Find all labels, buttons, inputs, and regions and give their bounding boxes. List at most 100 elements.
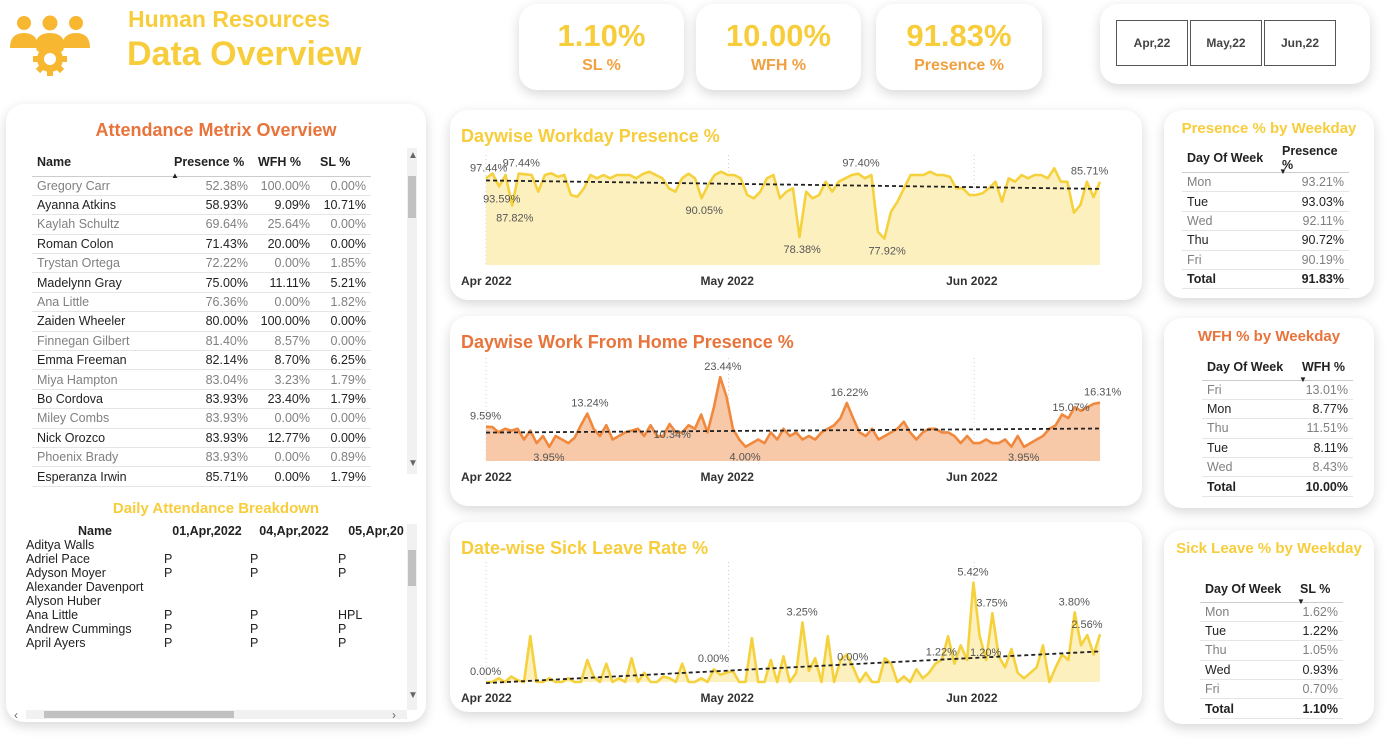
col-header-name[interactable]: Name <box>32 148 169 177</box>
table-row[interactable]: Fri 90.19% <box>1182 250 1349 270</box>
col-header-name[interactable]: Name <box>26 524 164 538</box>
attendance-table: Name Presence % ▲ WFH % SL % Gregory Carr… <box>32 148 371 487</box>
cell-day: Wed <box>1182 211 1277 232</box>
daily-scrollbar[interactable] <box>407 524 417 710</box>
table-row[interactable]: Bo Cordova 83.93% 23.40% 1.79% <box>32 389 371 410</box>
table-row[interactable]: Phoenix Brady 83.93% 0.00% 0.89% <box>32 447 371 468</box>
kpi-label: SL % <box>582 57 621 74</box>
table-row[interactable]: April Ayers P P P <box>26 636 414 650</box>
table-row[interactable]: Ana Little P P HPL <box>26 608 414 622</box>
x-tick-label: Jun 2022 <box>946 691 998 705</box>
cell-value <box>164 580 250 594</box>
cell-value: 76.36% <box>169 292 253 313</box>
col-header-date[interactable]: 05,Apr,20 <box>338 524 414 538</box>
table-row[interactable]: Tue 1.22% <box>1200 621 1343 642</box>
cell-day: Tue <box>1200 621 1295 642</box>
col-header-label: Presence % <box>174 154 245 169</box>
table-row[interactable]: Thu 90.72% <box>1182 230 1349 251</box>
table-row[interactable]: Thu 11.51% <box>1202 418 1353 439</box>
data-label: 16.22% <box>831 387 869 399</box>
table-row[interactable]: Fri 13.01% <box>1202 380 1353 400</box>
table-row[interactable]: Miley Combs 83.93% 0.00% 0.00% <box>32 408 371 429</box>
table-row[interactable]: Gregory Carr 52.38% 100.00% 0.00% <box>32 176 371 196</box>
table-row[interactable]: Esperanza Irwin 85.71% 0.00% 1.79% <box>32 466 371 487</box>
table-row[interactable]: Aditya Walls <box>26 538 414 552</box>
sort-desc-icon: ▼ <box>1297 596 1305 606</box>
table-row[interactable]: Roman Colon 71.43% 20.00% 0.00% <box>32 234 371 255</box>
header-subtitle: Human Resources <box>128 6 330 32</box>
cell-value: P <box>338 566 347 580</box>
cell-name: Kaylah Schultz <box>32 214 169 235</box>
table-row[interactable]: Andrew Cummings P P P <box>26 622 414 636</box>
cell-total-label: Total <box>1182 268 1277 290</box>
cell-day: Tue <box>1202 438 1297 459</box>
scroll-up-icon[interactable]: ▲ <box>408 150 418 161</box>
table-row[interactable]: Wed 8.43% <box>1202 457 1353 478</box>
col-header-value[interactable]: SL % ▼ <box>1295 576 1343 606</box>
table-row[interactable]: Tue 8.11% <box>1202 438 1353 459</box>
table-row[interactable]: Ana Little 76.36% 0.00% 1.82% <box>32 292 371 313</box>
col-header-date[interactable]: 04,Apr,2022 <box>250 524 338 538</box>
month-button-may[interactable]: May,22 <box>1190 20 1262 66</box>
kpi-label: Presence % <box>914 57 1004 74</box>
table-row[interactable]: Nick Orozco 83.93% 12.77% 0.00% <box>32 428 371 448</box>
table-row[interactable]: Tue 93.03% <box>1182 191 1349 212</box>
col-header-date[interactable]: 01,Apr,2022 <box>164 524 250 538</box>
scroll-right-icon[interactable]: › <box>392 708 396 722</box>
scrollbar-thumb[interactable] <box>408 176 416 218</box>
col-header-value[interactable]: WFH % ▼ <box>1297 354 1353 384</box>
daily-hscrollbar[interactable] <box>26 710 407 719</box>
month-button-jun[interactable]: Jun,22 <box>1264 20 1336 66</box>
scroll-down-icon[interactable]: ▼ <box>408 458 418 469</box>
table-row[interactable]: Miya Hampton 83.04% 3.23% 1.79% <box>32 369 371 390</box>
scroll-left-icon[interactable]: ‹ <box>14 708 18 722</box>
col-header-day[interactable]: Day Of Week <box>1202 354 1297 381</box>
cell-name: Madelynn Gray <box>32 272 169 293</box>
col-header-wfh[interactable]: WFH % <box>253 148 315 177</box>
attendance-scrollbar[interactable] <box>407 148 417 474</box>
table-row[interactable]: Alexander Davenport <box>26 580 414 594</box>
scroll-down-icon[interactable]: ▼ <box>408 690 418 701</box>
cell-value: 9.09% <box>253 195 315 216</box>
table-row[interactable]: Fri 0.70% <box>1200 679 1343 700</box>
cell-day: Thu <box>1182 230 1277 251</box>
cell-value <box>250 538 338 552</box>
table-row[interactable]: Kaylah Schultz 69.64% 25.64% 0.00% <box>32 214 371 235</box>
cell-value: 8.77% <box>1297 399 1353 420</box>
col-header-day[interactable]: Day Of Week <box>1182 144 1277 173</box>
table-row[interactable]: Thu 1.05% <box>1200 640 1343 661</box>
table-row[interactable]: Alyson Huber <box>26 594 414 608</box>
table-row[interactable]: Adyson Moyer P P P <box>26 566 414 580</box>
table-row[interactable]: Mon 93.21% <box>1182 172 1349 193</box>
col-header-value[interactable]: Presence % ▼ <box>1277 144 1349 176</box>
table-row[interactable]: Madelynn Gray 75.00% 11.11% 5.21% <box>32 272 371 293</box>
kpi-value: 10.00% <box>725 18 832 53</box>
table-row[interactable]: Finnegan Gilbert 81.40% 8.57% 0.00% <box>32 331 371 352</box>
cell-value: 1.05% <box>1295 640 1343 661</box>
table-row[interactable]: Wed 92.11% <box>1182 211 1349 232</box>
cell-value: P <box>164 552 173 566</box>
cell-name: Aditya Walls <box>26 538 95 552</box>
table-row[interactable]: Adriel Pace P P P <box>26 552 414 566</box>
cell-name: Alyson Huber <box>26 594 102 608</box>
col-header-day[interactable]: Day Of Week <box>1200 576 1295 603</box>
cell-name: Gregory Carr <box>32 176 169 196</box>
cell-value: P <box>250 552 259 566</box>
scrollbar-thumb[interactable] <box>408 550 416 586</box>
scrollbar-thumb[interactable] <box>44 711 234 718</box>
table-row[interactable]: Zaiden Wheeler 80.00% 100.00% 0.00% <box>32 311 371 332</box>
table-row[interactable]: Ayanna Atkins 58.93% 9.09% 10.71% <box>32 195 371 216</box>
table-row[interactable]: Wed 0.93% <box>1200 660 1343 681</box>
table-row[interactable]: Trystan Ortega 72.22% 0.00% 1.85% <box>32 253 371 274</box>
table-row[interactable]: Mon 1.62% <box>1200 602 1343 622</box>
cell-value <box>164 538 250 552</box>
cell-value: 0.00% <box>253 253 315 274</box>
table-row[interactable]: Mon 8.77% <box>1202 399 1353 420</box>
table-row[interactable]: Emma Freeman 82.14% 8.70% 6.25% <box>32 350 371 371</box>
col-header-presence[interactable]: Presence % ▲ <box>169 148 253 180</box>
month-button-apr[interactable]: Apr,22 <box>1116 20 1188 66</box>
chart-title: Date-wise Sick Leave Rate % <box>461 538 709 558</box>
weekday-title: Presence % by Weekday <box>1181 120 1357 137</box>
kpi-sl-card: 1.10% SL % <box>519 4 684 90</box>
col-header-sl[interactable]: SL % <box>315 148 371 177</box>
